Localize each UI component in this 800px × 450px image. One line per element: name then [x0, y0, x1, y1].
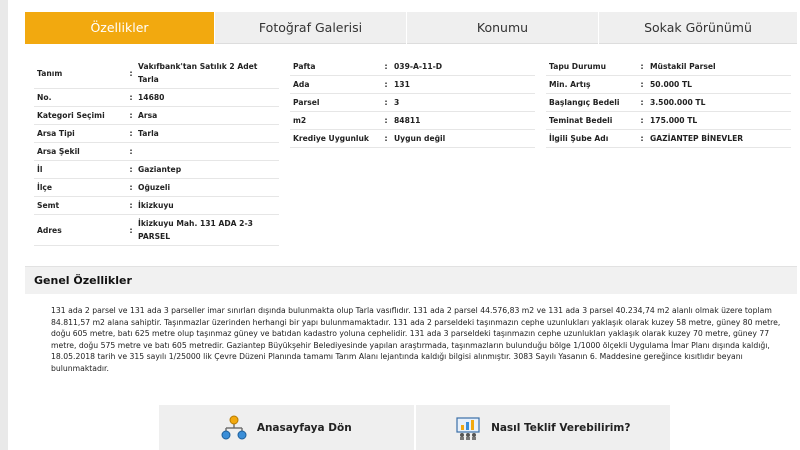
detail-row: Krediye Uygunluk : Uygun değil — [290, 130, 535, 148]
detail-key: Tanım — [37, 68, 63, 78]
sitemap-icon — [221, 415, 247, 441]
detail-value: Müstakil Parsel — [650, 62, 716, 71]
detail-separator: : — [384, 98, 388, 107]
tab-features[interactable]: Özellikler — [25, 12, 215, 44]
detail-key: Parsel — [293, 98, 320, 107]
detail-key: Arsa Şekil — [37, 147, 80, 156]
how-to-bid-label: Nasıl Teklif Verebilirim? — [491, 421, 631, 434]
detail-key: No. — [37, 93, 52, 102]
tab-photo-gallery[interactable]: Fotoğraf Galerisi — [215, 12, 407, 44]
detail-separator: : — [129, 225, 133, 235]
detail-separator: : — [129, 165, 133, 174]
action-buttons: Anasayfaya Dön Nasıl Teklif Verebilirim? — [159, 405, 670, 450]
detail-value: Uygun değil — [394, 134, 446, 143]
detail-separator: : — [384, 80, 388, 89]
detail-key: İlçe — [37, 183, 53, 192]
detail-key: Kategori Seçimi — [37, 111, 105, 120]
detail-separator: : — [129, 68, 133, 78]
tab-street-view[interactable]: Sokak Görünümü — [599, 12, 797, 44]
presentation-icon — [455, 415, 481, 441]
general-features-description: 131 ada 2 parsel ve 131 ada 3 parseller … — [51, 306, 781, 373]
detail-key: Pafta — [293, 62, 316, 71]
detail-key: m2 — [293, 116, 307, 125]
detail-separator: : — [384, 62, 388, 71]
detail-separator: : — [129, 147, 133, 156]
detail-row: Arsa Şekil : — [34, 143, 279, 161]
detail-value: 039-A-11-D — [394, 62, 443, 71]
detail-separator: : — [129, 201, 133, 210]
detail-separator: : — [129, 93, 133, 102]
detail-separator: : — [640, 62, 644, 71]
detail-value: İkizkuyu — [138, 201, 174, 210]
detail-row: İl : Gaziantep — [34, 161, 279, 179]
detail-row: Arsa Tipi : Tarla — [34, 125, 279, 143]
detail-value: Gaziantep — [138, 165, 182, 174]
detail-separator: : — [129, 183, 133, 192]
detail-key: Semt — [37, 201, 60, 210]
detail-row: Kategori Seçimi : Arsa — [34, 107, 279, 125]
tab-bar: Özellikler Fotoğraf Galerisi Konumu Soka… — [25, 12, 797, 44]
detail-key: İlgili Şube Adı — [549, 134, 609, 143]
detail-separator: : — [384, 116, 388, 125]
section-title: Genel Özellikler — [34, 274, 132, 287]
detail-row: No. : 14680 — [34, 89, 279, 107]
detail-value: Oğuzeli — [138, 183, 171, 192]
detail-value: 50.000 TL — [650, 80, 692, 89]
detail-separator: : — [129, 129, 133, 138]
detail-row: Tapu Durumu : Müstakil Parsel — [546, 58, 791, 76]
detail-row: Tanım : Vakıfbank'tan Satılık 2 Adet Tar… — [34, 58, 279, 89]
detail-value: 14680 — [138, 93, 165, 102]
detail-separator: : — [640, 98, 644, 107]
detail-key: Arsa Tipi — [37, 129, 75, 138]
detail-row: Pafta : 039-A-11-D — [290, 58, 535, 76]
how-to-bid-button[interactable]: Nasıl Teklif Verebilirim? — [413, 405, 670, 450]
detail-key: Adres — [37, 225, 62, 235]
detail-value: 84811 — [394, 116, 421, 125]
tab-location[interactable]: Konumu — [407, 12, 599, 44]
detail-row: Teminat Bedeli : 175.000 TL — [546, 112, 791, 130]
back-to-home-button[interactable]: Anasayfaya Dön — [159, 405, 414, 450]
detail-key: Başlangıç Bedeli — [549, 98, 620, 107]
detail-value: İkizkuyu Mah. 131 ADA 2-3 PARSEL — [138, 219, 253, 241]
detail-value: GAZİANTEP BİNEVLER — [650, 134, 744, 143]
detail-row: Min. Artış : 50.000 TL — [546, 76, 791, 94]
general-features-header: Genel Özellikler — [25, 266, 797, 294]
detail-row: Adres : İkizkuyu Mah. 131 ADA 2-3 PARSEL — [34, 215, 279, 246]
detail-separator: : — [129, 111, 133, 120]
detail-key: Krediye Uygunluk — [293, 134, 369, 143]
detail-value: Arsa — [138, 111, 158, 120]
detail-row: Başlangıç Bedeli : 3.500.000 TL — [546, 94, 791, 112]
detail-key: Ada — [293, 80, 310, 89]
detail-row: Semt : İkizkuyu — [34, 197, 279, 215]
detail-row: Ada : 131 — [290, 76, 535, 94]
detail-row: m2 : 84811 — [290, 112, 535, 130]
details-column-3: Tapu Durumu : Müstakil Parsel Min. Artış… — [546, 58, 791, 148]
detail-value: 3.500.000 TL — [650, 98, 706, 107]
detail-value: Vakıfbank'tan Satılık 2 Adet Tarla — [138, 62, 258, 84]
detail-row: İlgili Şube Adı : GAZİANTEP BİNEVLER — [546, 130, 791, 148]
details-column-1: Tanım : Vakıfbank'tan Satılık 2 Adet Tar… — [34, 58, 279, 246]
detail-value: 131 — [394, 80, 410, 89]
detail-row: İlçe : Oğuzeli — [34, 179, 279, 197]
detail-separator: : — [640, 134, 644, 143]
detail-row: Parsel : 3 — [290, 94, 535, 112]
detail-key: Teminat Bedeli — [549, 116, 613, 125]
back-to-home-label: Anasayfaya Dön — [256, 421, 352, 434]
page: Özellikler Fotoğraf Galerisi Konumu Soka… — [8, 0, 800, 450]
detail-key: Min. Artış — [549, 80, 591, 89]
detail-separator: : — [640, 80, 644, 89]
details-column-2: Pafta : 039-A-11-D Ada : 131 Parsel : 3 … — [290, 58, 535, 148]
detail-value: 175.000 TL — [650, 116, 698, 125]
detail-key: Tapu Durumu — [549, 62, 606, 71]
detail-separator: : — [384, 134, 388, 143]
detail-value: Tarla — [138, 129, 159, 138]
detail-value: 3 — [394, 98, 400, 107]
detail-separator: : — [640, 116, 644, 125]
detail-key: İl — [37, 165, 43, 174]
